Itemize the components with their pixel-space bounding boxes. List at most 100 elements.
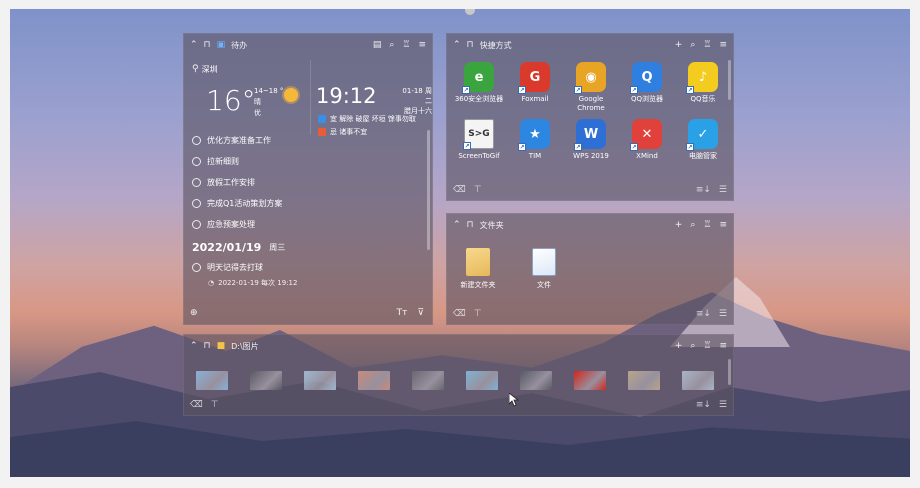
pin-icon[interactable]: ⊓	[467, 40, 474, 50]
checkbox-icon[interactable]	[192, 157, 201, 166]
menu-icon[interactable]: ≡	[418, 40, 426, 50]
todo-item[interactable]: 明天记得去打球	[192, 257, 422, 278]
skin-icon[interactable]: ♖	[703, 341, 711, 351]
search-icon[interactable]: ⌕	[690, 220, 695, 230]
app-label: Foxmail	[521, 95, 549, 103]
image-thumbnail[interactable]	[520, 371, 552, 390]
image-thumbnail[interactable]	[196, 371, 228, 390]
pin-small-icon[interactable]: ⊤	[474, 186, 482, 195]
app-label: QQ音乐	[690, 95, 716, 103]
text-size-icon[interactable]: Tт	[397, 309, 408, 318]
sort-icon[interactable]: ≡↓	[696, 310, 711, 319]
app-shortcut[interactable]: ✕ ↗ XMind	[619, 119, 675, 161]
pin-small-icon[interactable]: ⊤	[474, 310, 482, 319]
checkbox-icon[interactable]	[192, 199, 201, 208]
checkbox-icon[interactable]	[192, 136, 201, 145]
folder-icon	[466, 248, 490, 276]
filter-icon[interactable]: ⊽	[417, 309, 424, 318]
sort-icon[interactable]: ≡↓	[696, 186, 711, 195]
skin-icon[interactable]: ♖	[703, 220, 711, 230]
add-icon[interactable]: +	[675, 220, 683, 230]
menu-icon[interactable]: ≡	[719, 40, 727, 50]
thumbnail-strip	[196, 371, 714, 390]
file-item[interactable]: 新建文件夹	[455, 248, 501, 290]
trash-icon[interactable]: ⌫	[453, 186, 466, 195]
top-drag-handle[interactable]	[465, 9, 475, 15]
list-view-icon[interactable]: ☰	[719, 186, 727, 195]
app-shortcut[interactable]: G ↗ Foxmail	[507, 62, 563, 113]
search-icon[interactable]: ⌕	[690, 341, 695, 351]
app-shortcut[interactable]: ◉ ↗ Google Chrome	[563, 62, 619, 113]
image-thumbnail[interactable]	[574, 371, 606, 390]
checkbox-icon[interactable]	[192, 220, 201, 229]
list-view-icon[interactable]: ☰	[719, 401, 727, 410]
app-shortcut[interactable]: ✓ ↗ 电脑管家	[675, 119, 731, 161]
scrollbar[interactable]	[728, 60, 731, 100]
trash-icon[interactable]: ⌫	[190, 401, 203, 410]
add-todo-icon[interactable]: ⊕	[190, 309, 198, 318]
scrollbar[interactable]	[427, 130, 430, 250]
panel-title: D:\图片	[231, 341, 259, 351]
todo-item[interactable]: 应急预案处理	[192, 214, 422, 235]
app-shortcut[interactable]: e ↗ 360安全浏览器	[451, 62, 507, 113]
pin-icon[interactable]: ⊓	[204, 341, 211, 351]
qq-music-icon: ♪ ↗	[686, 62, 718, 94]
image-thumbnail[interactable]	[304, 371, 336, 390]
mouse-cursor-icon	[509, 393, 519, 407]
folder-panel: ⌃ ⊓ 文件夹 + ⌕ ♖ ≡ 新建文件夹 文件 ⌫ ⊤ ≡↓ ☰	[446, 213, 734, 325]
image-thumbnail[interactable]	[358, 371, 390, 390]
image-thumbnail[interactable]	[412, 371, 444, 390]
checkbox-icon[interactable]	[192, 178, 201, 187]
todo-item[interactable]: 放假工作安排	[192, 172, 422, 193]
todo-item[interactable]: 完成Q1活动策划方案	[192, 193, 422, 214]
location-icon: ⚲	[192, 64, 199, 74]
add-icon[interactable]: +	[675, 40, 683, 50]
temp-range: 14~18 °	[254, 87, 284, 95]
collapse-icon[interactable]: ⌃	[453, 220, 461, 230]
menu-icon[interactable]: ≡	[719, 341, 727, 351]
trash-icon[interactable]: ⌫	[453, 310, 466, 319]
calendar-icon[interactable]: ▤	[373, 40, 382, 50]
app-shortcut[interactable]: Q ↗ QQ浏览器	[619, 62, 675, 113]
menu-icon[interactable]: ≡	[719, 220, 727, 230]
list-view-icon[interactable]: ☰	[719, 310, 727, 319]
panel-title: 待办	[231, 40, 248, 50]
todo-reminder: ◔ 2022-01-19 每次 19:12	[208, 278, 298, 287]
weather-widget[interactable]: ⚲ 深圳 16° 14~18 ° 晴 优 19:12 01-18 周二 腊月十六…	[184, 56, 432, 138]
collapse-icon[interactable]: ⌃	[453, 40, 461, 50]
sort-icon[interactable]: ≡↓	[696, 401, 711, 410]
skin-icon[interactable]: ♖	[703, 40, 711, 50]
app-shortcut[interactable]: ♪ ↗ QQ音乐	[675, 62, 731, 113]
app-shortcut[interactable]: W ↗ WPS 2019	[563, 119, 619, 161]
group-weekday: 周三	[269, 242, 286, 252]
image-thumbnail[interactable]	[682, 371, 714, 390]
picture-panel: ⌃ ⊓ ■ D:\图片 + ⌕ ♖ ≡ ⌫ ⊤ ≡↓ ☰	[183, 334, 734, 416]
todo-date-group: 2022/01/19 周三	[192, 237, 422, 257]
scrollbar[interactable]	[728, 359, 731, 385]
todo-footer: ⊕ Tт ⊽	[190, 309, 424, 318]
bell-icon: ◔	[208, 278, 215, 287]
shortcut-arrow-icon: ↗	[686, 143, 694, 151]
todo-item[interactable]: 优化方案准备工作	[192, 130, 422, 151]
file-item[interactable]: 文件	[521, 248, 567, 290]
search-icon[interactable]: ⌕	[389, 40, 394, 50]
app-shortcut[interactable]: ★ ↗ TIM	[507, 119, 563, 161]
add-icon[interactable]: +	[675, 341, 683, 351]
image-thumbnail[interactable]	[628, 371, 660, 390]
city-label[interactable]: ⚲ 深圳	[192, 64, 218, 75]
app-shortcut[interactable]: S>G ↗ ScreenToGif	[451, 119, 507, 161]
app-glyph: ✕	[641, 126, 653, 142]
checkbox-icon[interactable]	[192, 263, 201, 272]
divider	[310, 60, 311, 134]
collapse-icon[interactable]: ⌃	[190, 341, 198, 351]
pin-icon[interactable]: ⊓	[467, 220, 474, 230]
pin-small-icon[interactable]: ⊤	[211, 401, 219, 410]
todo-item[interactable]: 拉新细则	[192, 151, 422, 172]
collapse-icon[interactable]: ⌃	[190, 40, 198, 50]
image-thumbnail[interactable]	[250, 371, 282, 390]
pin-icon[interactable]: ⊓	[204, 40, 211, 50]
skin-icon[interactable]: ♖	[402, 40, 410, 50]
clock-date: 01-18 周二 腊月十六	[398, 86, 432, 116]
image-thumbnail[interactable]	[466, 371, 498, 390]
search-icon[interactable]: ⌕	[690, 40, 695, 50]
